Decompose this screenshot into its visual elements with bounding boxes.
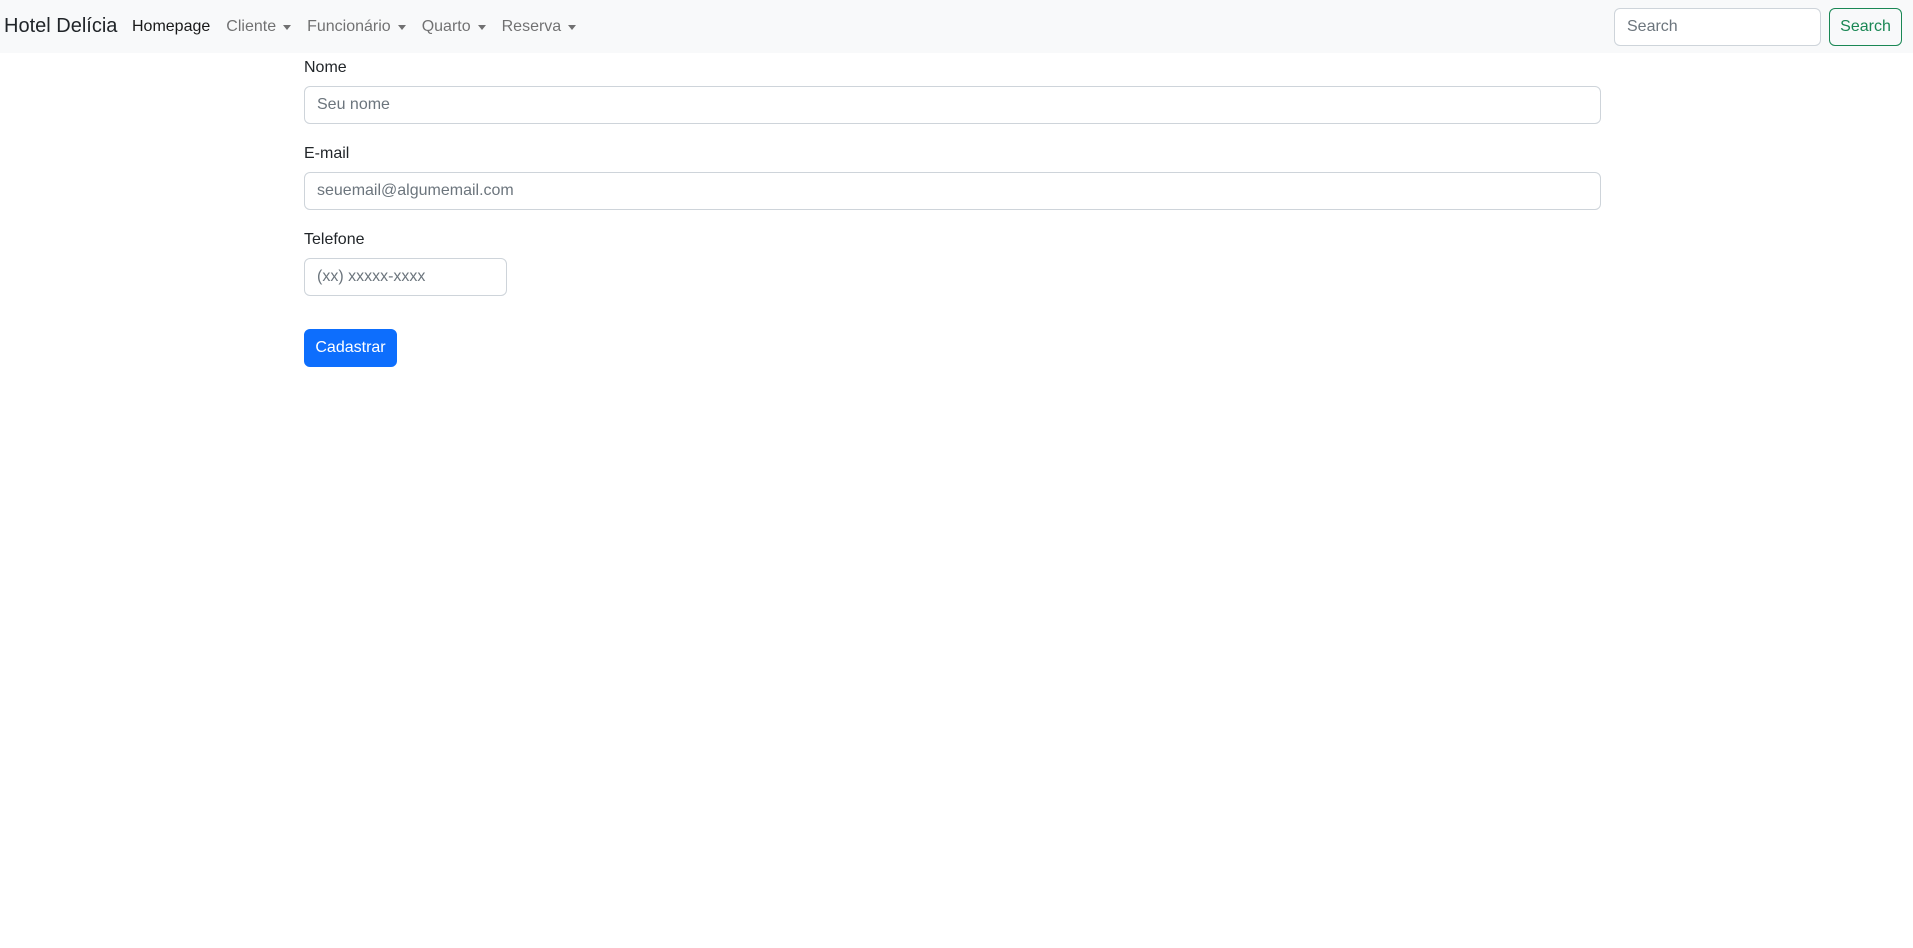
nav-link-label: Cliente: [226, 17, 277, 35]
search-button[interactable]: Search: [1829, 8, 1902, 46]
nav-link-label: Quarto: [421, 17, 471, 35]
brand-link[interactable]: Hotel Delícia: [4, 13, 117, 39]
nome-label: Nome: [304, 59, 347, 76]
nav-link-label: Reserva: [501, 17, 562, 35]
caret-down-icon: [283, 25, 292, 30]
nav-links: Homepage Cliente Funcionário Quarto Rese…: [132, 0, 592, 53]
email-input[interactable]: [304, 172, 1601, 210]
nav-dropdown-quarto[interactable]: Quarto: [422, 15, 486, 39]
nav-dropdown-cliente[interactable]: Cliente: [226, 15, 292, 39]
nav-link-label: Homepage: [132, 17, 211, 35]
nav-link-homepage[interactable]: Homepage: [132, 15, 210, 39]
nav-link-label: Funcionário: [307, 17, 391, 35]
nav-dropdown-funcionario[interactable]: Funcionário: [307, 15, 406, 39]
telefone-label: Telefone: [304, 231, 365, 248]
cadastrar-button[interactable]: Cadastrar: [304, 329, 397, 367]
nav-dropdown-reserva[interactable]: Reserva: [502, 15, 577, 39]
search-input[interactable]: [1614, 8, 1821, 46]
caret-down-icon: [477, 25, 486, 30]
caret-down-icon: [397, 25, 406, 30]
email-label: E-mail: [304, 145, 350, 162]
navbar: Hotel Delícia Homepage Cliente Funcionár…: [0, 0, 1913, 53]
nome-input[interactable]: [304, 86, 1601, 124]
telefone-input[interactable]: [304, 258, 507, 296]
caret-down-icon: [568, 25, 577, 30]
